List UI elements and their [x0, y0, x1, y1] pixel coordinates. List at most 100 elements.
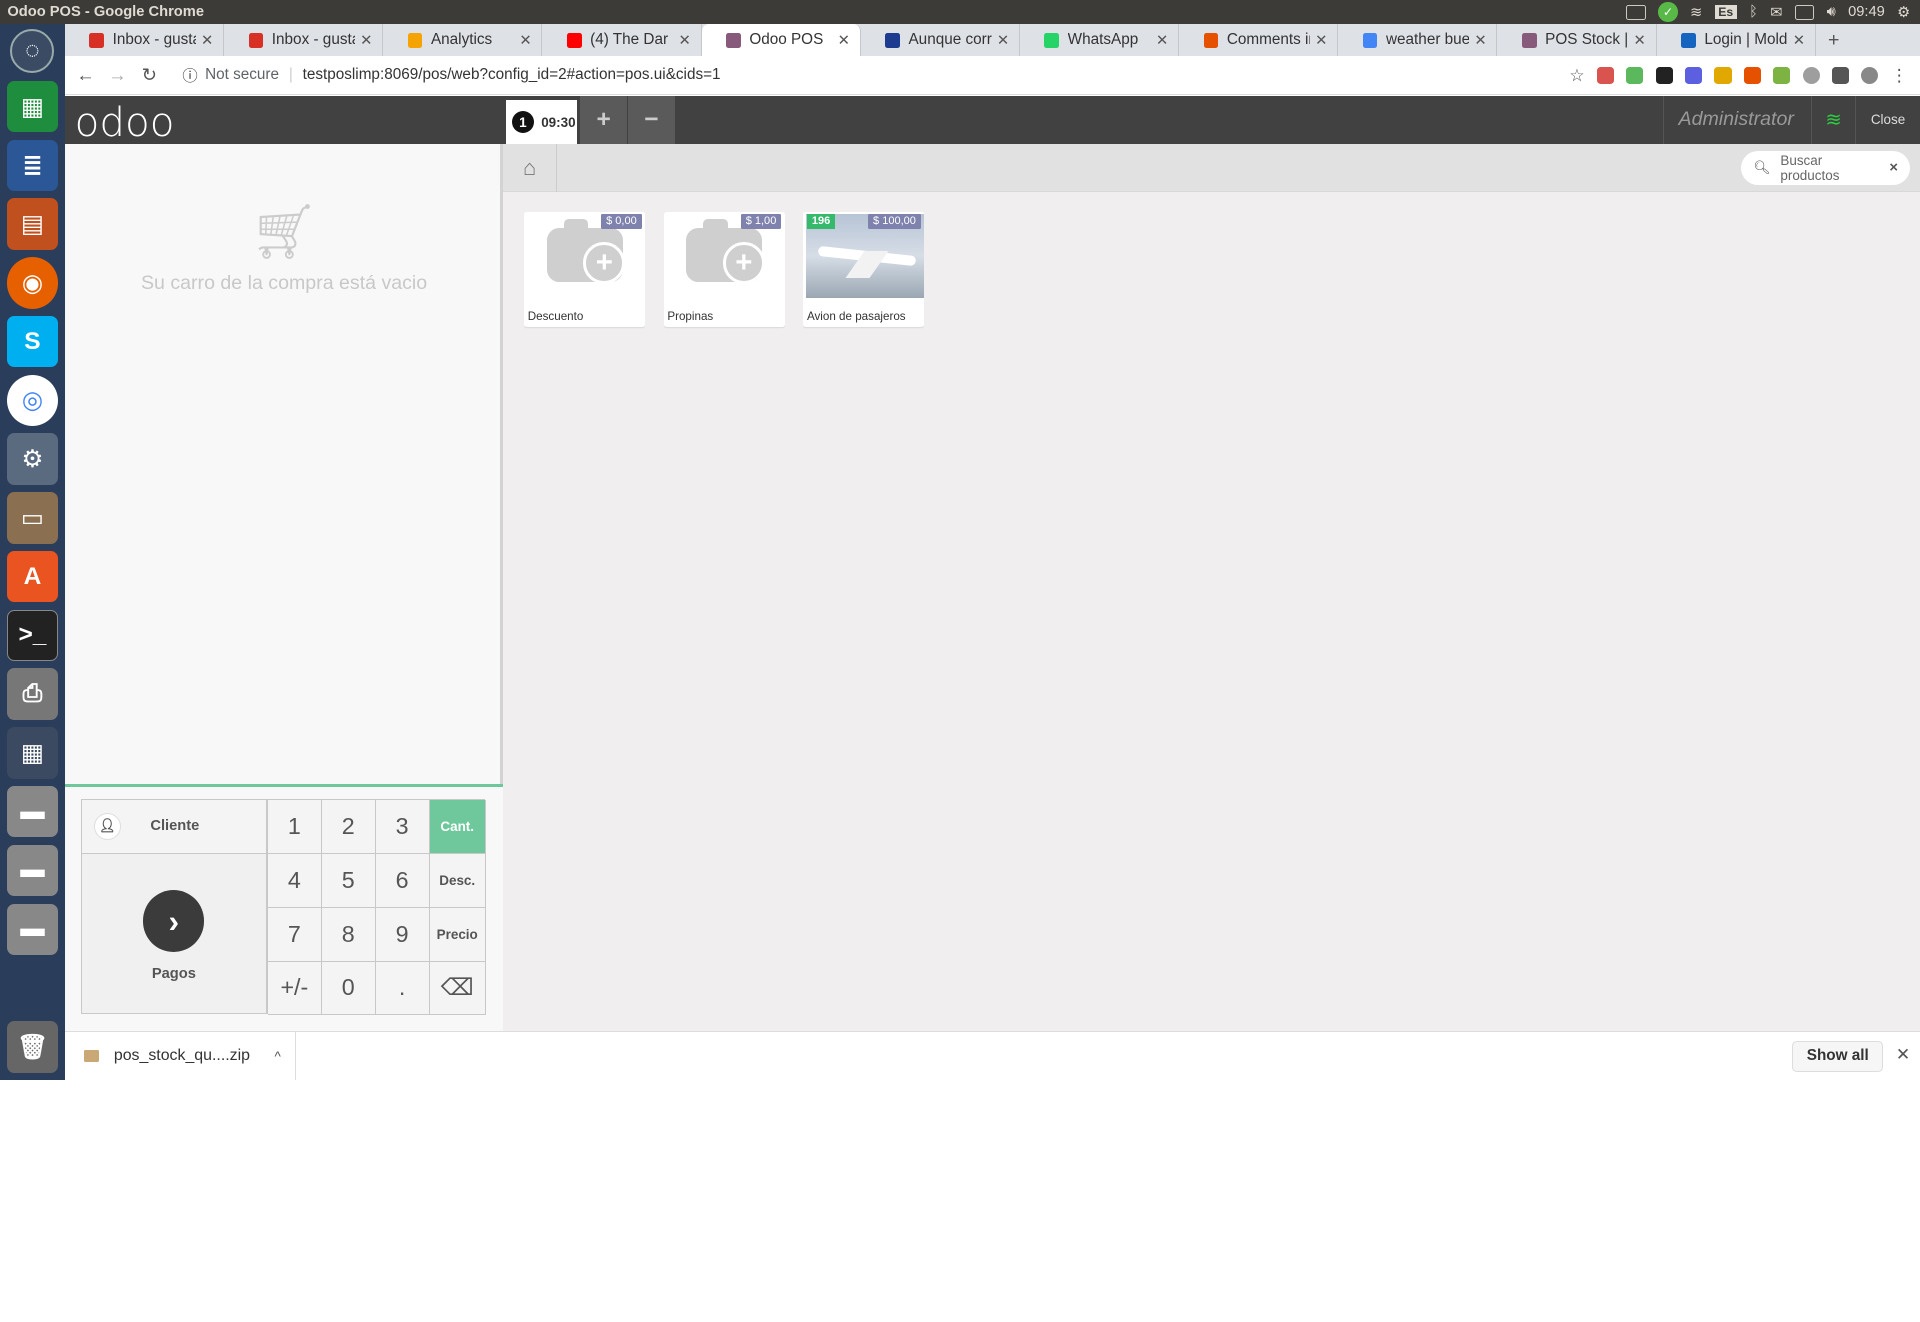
settings-gear-icon[interactable]: ⚙ — [1897, 4, 1910, 21]
mode-price-button[interactable]: Precio — [429, 907, 486, 962]
tab-close-icon[interactable]: ✕ — [678, 32, 690, 49]
info-icon[interactable]: ⓘ — [182, 64, 197, 86]
new-tab-button[interactable]: + — [1816, 24, 1852, 56]
volume-icon[interactable]: 🔊︎ — [1827, 4, 1836, 20]
bluetooth-icon[interactable]: ᛒ — [1749, 4, 1758, 20]
add-order-button[interactable]: + — [580, 95, 627, 145]
terminal-icon[interactable]: >_ — [6, 609, 59, 662]
trash-icon[interactable]: 🗑︎ — [6, 1021, 59, 1073]
tab-close-icon[interactable]: ✕ — [360, 32, 372, 49]
tab-close-icon[interactable]: ✕ — [838, 32, 850, 49]
numpad-key-plusminus[interactable]: +/- — [267, 961, 322, 1016]
address-bar[interactable]: ⓘ Not secure | testposlimp:8069/pos/web?… — [182, 64, 720, 86]
system-settings-icon[interactable]: ⚙ — [6, 433, 59, 485]
browser-tab[interactable]: Inbox - gustav ✕ — [224, 24, 384, 57]
tab-close-icon[interactable]: ✕ — [201, 32, 213, 49]
forward-icon[interactable]: → — [102, 64, 134, 86]
mode-discount-button[interactable]: Desc. — [429, 853, 486, 908]
mode-quantity-button[interactable]: Cant. — [429, 799, 486, 854]
battery-icon[interactable] — [1794, 4, 1815, 20]
chrome-icon[interactable]: ◎ — [6, 374, 59, 427]
browser-tab[interactable]: Login | Molde ✕ — [1657, 24, 1816, 57]
printer-icon[interactable]: ⎙ — [6, 668, 59, 720]
numpad-key-7[interactable]: 7 — [267, 907, 322, 962]
home-category-icon[interactable]: ⌂ — [503, 144, 558, 193]
tab-close-icon[interactable]: ✕ — [1474, 32, 1486, 49]
browser-tab[interactable]: Aunque corre ✕ — [861, 24, 1020, 57]
order-tab[interactable]: 1 09:30 — [505, 100, 577, 145]
download-item[interactable]: pos_stock_qu....zip ^ — [65, 1031, 297, 1081]
clear-search-icon[interactable]: × — [1889, 160, 1898, 176]
chevron-up-icon[interactable]: ^ — [275, 1049, 281, 1064]
tab-close-icon[interactable]: ✕ — [1634, 32, 1646, 49]
tab-close-icon[interactable]: ✕ — [1156, 32, 1168, 49]
extension-icon-1[interactable] — [1596, 66, 1615, 84]
mail-icon[interactable]: ✉ — [1770, 4, 1782, 21]
numpad-key-6[interactable]: 6 — [375, 853, 430, 908]
numpad-key-4[interactable]: 4 — [267, 853, 322, 908]
impress-icon[interactable]: ▤ — [6, 198, 59, 250]
numpad-key-2[interactable]: 2 — [321, 799, 376, 854]
browser-tab[interactable]: Inbox - gustav ✕ — [65, 24, 225, 57]
numpad-key-decimal[interactable]: . — [375, 961, 430, 1016]
browser-tab[interactable]: Analytics ✕ — [383, 24, 543, 57]
browser-tab[interactable]: (4) The Dar ✕ — [542, 24, 702, 57]
extension-icon-2[interactable] — [1626, 66, 1644, 84]
connection-status-icon[interactable]: ≋ — [1811, 95, 1855, 145]
product-card-propinas[interactable]: + $ 1,00 Propinas — [663, 211, 785, 327]
media-control-icon[interactable] — [1831, 66, 1850, 84]
extension-icon-8[interactable] — [1802, 66, 1820, 84]
extension-icon-4[interactable] — [1685, 66, 1703, 84]
sync-ok-icon[interactable]: ✓ — [1658, 2, 1678, 23]
keyboard-layout-indicator[interactable]: Es — [1714, 5, 1737, 20]
numpad-key-8[interactable]: 8 — [321, 907, 376, 962]
numpad-key-3[interactable]: 3 — [375, 799, 430, 854]
chrome-menu-icon[interactable]: ⋮ — [1891, 65, 1908, 86]
dash-home-icon[interactable]: ◌ — [10, 29, 55, 74]
file-manager-icon[interactable]: ▭ — [6, 492, 59, 544]
drive-icon-3[interactable]: ▬ — [6, 903, 59, 955]
display-icon[interactable] — [1626, 4, 1646, 20]
software-center-icon[interactable]: A — [6, 550, 59, 603]
customer-button[interactable]: 👤︎ Cliente — [81, 799, 266, 854]
product-card-descuento[interactable]: + $ 0,00 Descuento — [524, 211, 646, 327]
reload-icon[interactable]: ↻ — [133, 64, 165, 86]
close-download-shelf-icon[interactable]: ✕ — [1896, 1044, 1910, 1065]
back-icon[interactable]: ← — [70, 64, 102, 86]
product-search[interactable]: 🔍︎ Buscar productos × — [1741, 150, 1911, 185]
browser-tab[interactable]: Comments in ✕ — [1179, 24, 1339, 57]
backspace-icon[interactable]: ⌫ — [429, 961, 486, 1016]
drive-icon-1[interactable]: ▬ — [6, 785, 59, 838]
tab-close-icon[interactable]: ✕ — [1793, 32, 1805, 49]
browser-tab[interactable]: WhatsApp ✕ — [1020, 24, 1180, 57]
extension-icon-6[interactable] — [1743, 66, 1761, 84]
user-name[interactable]: Administrator — [1662, 95, 1809, 145]
url-text[interactable]: testposlimp:8069/pos/web?config_id=2#act… — [303, 66, 721, 84]
payment-button[interactable]: › Pagos — [82, 854, 266, 1014]
numpad-key-0[interactable]: 0 — [321, 961, 376, 1016]
numpad-key-5[interactable]: 5 — [321, 853, 376, 908]
browser-tab[interactable]: weather buen ✕ — [1338, 24, 1498, 57]
extension-icon-3[interactable] — [1655, 66, 1673, 84]
numpad-key-1[interactable]: 1 — [267, 799, 322, 854]
skype-icon[interactable]: S — [6, 315, 59, 368]
remove-order-button[interactable]: − — [628, 95, 675, 145]
product-card-avion[interactable]: 196 $ 100,00 Avion de pasajeros — [803, 211, 925, 327]
clock[interactable]: 09:49 — [1848, 4, 1885, 20]
browser-tab[interactable]: POS Stock | O ✕ — [1497, 24, 1657, 57]
tab-close-icon[interactable]: ✕ — [997, 32, 1009, 49]
wifi-icon[interactable]: ≋ — [1690, 4, 1702, 21]
bookmark-star-icon[interactable]: ☆ — [1569, 65, 1584, 86]
drive-icon-2[interactable]: ▬ — [6, 844, 59, 897]
spreadsheet-icon[interactable]: ▦ — [6, 80, 59, 133]
tab-close-icon[interactable]: ✕ — [519, 32, 531, 49]
tab-close-icon[interactable]: ✕ — [1315, 32, 1327, 49]
close-pos-button[interactable]: Close — [1855, 95, 1920, 145]
show-all-downloads-button[interactable]: Show all — [1792, 1040, 1884, 1073]
extension-icon-5[interactable] — [1714, 66, 1732, 84]
extension-icon-7[interactable] — [1773, 66, 1791, 84]
writer-icon[interactable]: ≣ — [6, 139, 59, 191]
numpad-key-9[interactable]: 9 — [375, 907, 430, 962]
browser-tab[interactable]: Odoo POS ✕ — [701, 24, 861, 57]
profile-avatar[interactable] — [1861, 66, 1879, 84]
